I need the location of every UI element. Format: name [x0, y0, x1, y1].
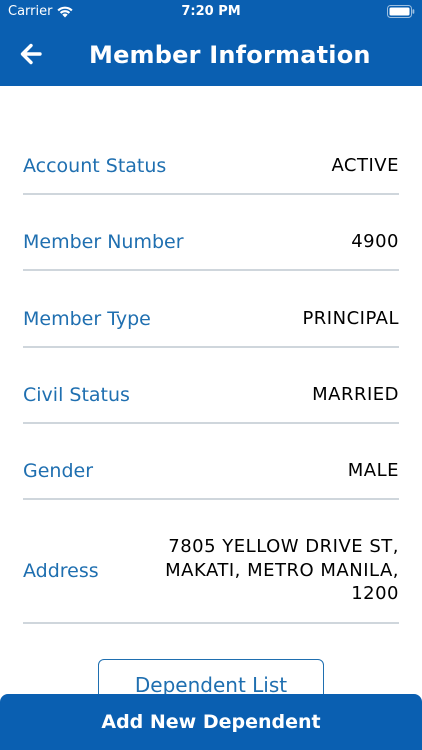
member-type-row: Member Type PRINCIPAL	[23, 306, 399, 332]
address-row: Address 7805 YELLOW DRIVE ST, MAKATI, ME…	[23, 535, 399, 607]
account-status-row: Account Status ACTIVE	[23, 153, 399, 179]
gender-value: MALE	[347, 460, 399, 481]
divider	[23, 498, 399, 500]
page-title: Member Information	[89, 41, 371, 69]
divider	[23, 193, 399, 195]
app-header: Carrier 7:20 PM Member Information	[0, 0, 422, 86]
gender-row: Gender MALE	[23, 458, 399, 484]
add-new-dependent-button[interactable]: Add New Dependent	[0, 694, 422, 750]
civil-status-value: MARRIED	[312, 384, 399, 405]
member-type-label: Member Type	[23, 308, 151, 330]
address-line-2: MAKATI, METRO MANILA,	[165, 559, 399, 581]
back-arrow-icon[interactable]	[14, 36, 50, 72]
battery-icon	[387, 5, 415, 18]
status-bar: Carrier 7:20 PM	[0, 0, 422, 24]
divider	[23, 422, 399, 424]
gender-label: Gender	[23, 460, 94, 482]
divider	[23, 269, 399, 271]
address-line-1: 7805 YELLOW DRIVE ST,	[168, 536, 399, 557]
member-number-value: 4900	[351, 231, 399, 252]
civil-status-row: Civil Status MARRIED	[23, 382, 399, 408]
address-line-3: 1200	[351, 583, 399, 604]
member-number-row: Member Number 4900	[23, 229, 399, 255]
divider	[23, 622, 399, 624]
address-value: 7805 YELLOW DRIVE ST, MAKATI, METRO MANI…	[165, 535, 399, 606]
divider	[23, 346, 399, 348]
member-number-label: Member Number	[23, 231, 184, 253]
nav-bar: Member Information	[0, 24, 422, 86]
account-status-value: ACTIVE	[331, 155, 399, 176]
civil-status-label: Civil Status	[23, 384, 130, 406]
address-label: Address	[23, 560, 99, 582]
add-new-dependent-label: Add New Dependent	[101, 711, 321, 733]
member-type-value: PRINCIPAL	[302, 308, 399, 329]
account-status-label: Account Status	[23, 155, 167, 177]
status-time: 7:20 PM	[181, 4, 241, 19]
